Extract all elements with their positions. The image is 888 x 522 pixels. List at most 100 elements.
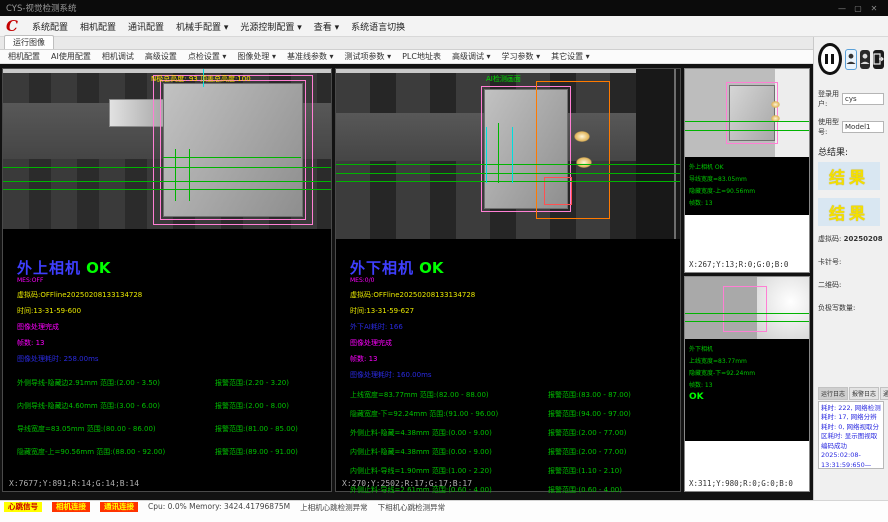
mini-lower-panel: 外下相机 上线宽度=83.77mm 隐藏宽度-下=92.24mm 帧数: 13 …	[684, 276, 810, 492]
virtual-code-value: 20250208	[844, 235, 883, 243]
mini-upper-image[interactable]	[685, 69, 809, 157]
tool-test-params[interactable]: 测试项参数 ▾	[345, 51, 392, 62]
tool-camera-config[interactable]: 相机配置	[8, 51, 40, 62]
measure-line-v	[189, 149, 190, 201]
alarm-range: 报警范围:(81.00 - 85.00)	[215, 424, 331, 434]
model-input[interactable]: Model1	[842, 121, 884, 133]
menu-bar: C 系统配置 相机配置 通讯配置 机械手配置 ▾ 光源控制配置 ▾ 查看 ▾ 系…	[0, 16, 888, 37]
upper-camera-panel: N极总高度: 93 顶盖总高度:100 外上相机 OK MES:OFF 虚拟码:…	[2, 68, 332, 492]
measure-line-h	[3, 181, 331, 182]
lower-camera-panel: AI检测画面 外下相机 OK MES:0/0 虚拟码:OFFline202502…	[335, 68, 681, 492]
process-status: 图像处理完成	[17, 322, 331, 332]
user-login-button[interactable]	[845, 49, 857, 70]
tool-advanced-debug[interactable]: 高级调试 ▾	[452, 51, 491, 62]
measurement-row: 导线宽度=83.05mm 范围:(80.00 - 86.00) 报警范围:(81…	[17, 424, 331, 434]
camera-link-badge: 相机连接	[52, 502, 90, 512]
roi-inner-box	[160, 80, 306, 220]
tool-plc-address[interactable]: PLC地址表	[402, 51, 441, 62]
mini-line: 帧数: 13	[689, 198, 805, 207]
menu-camera-config[interactable]: 相机配置	[80, 20, 116, 33]
roi-box	[726, 82, 778, 144]
log-tab-run[interactable]: 运行日志	[818, 387, 848, 400]
measure-line-h	[685, 121, 809, 122]
upper-camera-image[interactable]: N极总高度: 93 顶盖总高度:100	[3, 69, 331, 229]
alarm-range: 报警范围:(2.20 - 3.20)	[215, 378, 331, 388]
tool-camera-debug[interactable]: 相机调试	[102, 51, 134, 62]
measure-line-h	[336, 173, 680, 174]
maximize-icon[interactable]: ▢	[850, 4, 866, 13]
close-icon[interactable]: ✕	[866, 4, 882, 13]
pixel-coords-readout: X:7677;Y:891;R:14;G:14;B:14	[9, 479, 139, 488]
lower-result-block: 外下相机 OK MES:0/0 虚拟码:OFFline2025020813313…	[336, 239, 680, 495]
measure-line-h	[685, 313, 809, 314]
exit-door-icon	[873, 53, 884, 65]
menu-robot-config[interactable]: 机械手配置 ▾	[176, 20, 228, 33]
machine-rail	[3, 69, 331, 73]
virtual-code-label: 虚拟码:	[818, 235, 841, 243]
tool-learn-params[interactable]: 学习参数 ▾	[502, 51, 541, 62]
window-title: CYS-视觉检测系统	[6, 2, 76, 14]
reflection-blob	[574, 131, 590, 142]
main-area: N极总高度: 93 顶盖总高度:100 外上相机 OK MES:OFF 虚拟码:…	[0, 64, 813, 500]
tool-image-processing[interactable]: 图像处理 ▾	[237, 51, 276, 62]
exit-button[interactable]	[873, 50, 884, 69]
alarm-range: 报警范围:(1.10 - 2.10)	[548, 466, 680, 476]
heartbeat-badge: 心跳信号	[4, 502, 42, 512]
measure-value: 内侧导线-隐藏边4.60mm 范围:(3.00 - 6.00)	[17, 401, 215, 411]
mini-line: 外下相机	[689, 344, 805, 353]
alarm-range: 报警范围:(83.00 - 87.00)	[548, 390, 680, 400]
log-tab-comm[interactable]: 通讯日志	[880, 387, 888, 400]
menu-light-config[interactable]: 光源控制配置 ▾	[240, 20, 301, 33]
measurement-row: 内侧止料-导线=1.90mm 范围:(1.00 - 2.20) 报警范围:(1.…	[350, 466, 680, 476]
upper-result-block: 外上相机 OK MES:OFF 虚拟码:OFFline2025020813313…	[3, 229, 331, 457]
menu-view[interactable]: 查看 ▾	[314, 20, 339, 33]
log-tab-alarm[interactable]: 报警日志	[849, 387, 879, 400]
ruler-line	[486, 127, 487, 183]
measure-value: 隐藏宽度-下=92.24mm 范围:(91.00 - 96.00)	[350, 409, 548, 419]
mini-line: 上线宽度=83.77mm	[689, 356, 805, 365]
pause-icon	[831, 54, 834, 64]
menu-system-config[interactable]: 系统配置	[32, 20, 68, 33]
login-user-input[interactable]: cys	[842, 93, 884, 105]
mini-upper-panel: 外上相机 OK 导线宽度=83.05mm 隐藏宽度-上=90.56mm 帧数: …	[684, 68, 810, 273]
measure-value: 隐藏宽度-上=90.56mm 范围:(88.00 - 92.00)	[17, 447, 215, 457]
comm-link-badge: 通讯连接	[100, 502, 138, 512]
tool-spotcheck-settings[interactable]: 点检设置 ▾	[188, 51, 227, 62]
tool-ai-config[interactable]: AI使用配置	[51, 51, 91, 62]
measure-value: 外侧止料-隐藏=4.38mm 范围:(0.00 - 9.00)	[350, 428, 548, 438]
tool-other-settings[interactable]: 其它设置 ▾	[551, 51, 590, 62]
result-ok: OK	[419, 259, 443, 277]
measure-line-h	[685, 321, 809, 322]
measurement-list: 外侧导线-隐藏边2.91mm 范围:(2.00 - 3.50) 报警范围:(2.…	[17, 378, 331, 457]
measurement-row: 上线宽度=83.77mm 范围:(82.00 - 88.00) 报警范围:(83…	[350, 390, 680, 400]
result-indicator-lower: 结果	[818, 198, 880, 226]
alarm-range: 报警范围:(89.00 - 91.00)	[215, 447, 331, 457]
tool-advanced-settings[interactable]: 高级设置	[145, 51, 177, 62]
user-switch-button[interactable]	[860, 50, 870, 69]
barcode-line: 虚拟码:OFFline20250208133134728	[17, 290, 331, 300]
tool-baseline-params[interactable]: 基准线参数 ▾	[287, 51, 334, 62]
log-tabs: 运行日志 报警日志 通讯日志	[818, 387, 884, 400]
time-line: 时间:13-31-59-600	[17, 306, 331, 316]
log-output[interactable]: 耗时: 222, 网络检测耗时: 17, 网络分辨耗时: 0, 网络视取分区耗时…	[818, 401, 884, 469]
tab-run-image[interactable]: 运行图像	[4, 35, 54, 49]
app-logo-icon: C	[6, 19, 18, 34]
menu-language-switch[interactable]: 系统语言切换	[351, 20, 405, 33]
result-indicator-upper: 结果	[818, 162, 880, 190]
measure-line-v	[498, 123, 499, 183]
alarm-range: 报警范围:(2.00 - 77.00)	[548, 428, 680, 438]
control-buttons	[818, 43, 884, 75]
bright-region	[775, 69, 809, 157]
tool-bar: 相机配置 AI使用配置 相机调试 高级设置 点检设置 ▾ 图像处理 ▾ 基准线参…	[0, 50, 813, 64]
reflection-blob	[576, 157, 592, 168]
reflection-blob	[771, 101, 780, 108]
menu-comm-config[interactable]: 通讯配置	[128, 20, 164, 33]
lower-camera-image[interactable]: AI检测画面	[336, 69, 680, 239]
mini-lower-image[interactable]	[685, 277, 809, 339]
minimize-icon[interactable]: —	[834, 4, 850, 13]
virtual-code-row: 虚拟码: 20250208	[818, 234, 884, 244]
ai-elapsed: 外下AI耗时: 166	[350, 322, 680, 332]
pause-button[interactable]	[818, 43, 842, 75]
machine-edge	[674, 69, 676, 239]
mini-lower-text: 外下相机 上线宽度=83.77mm 隐藏宽度-下=92.24mm 帧数: 13 …	[685, 339, 809, 441]
